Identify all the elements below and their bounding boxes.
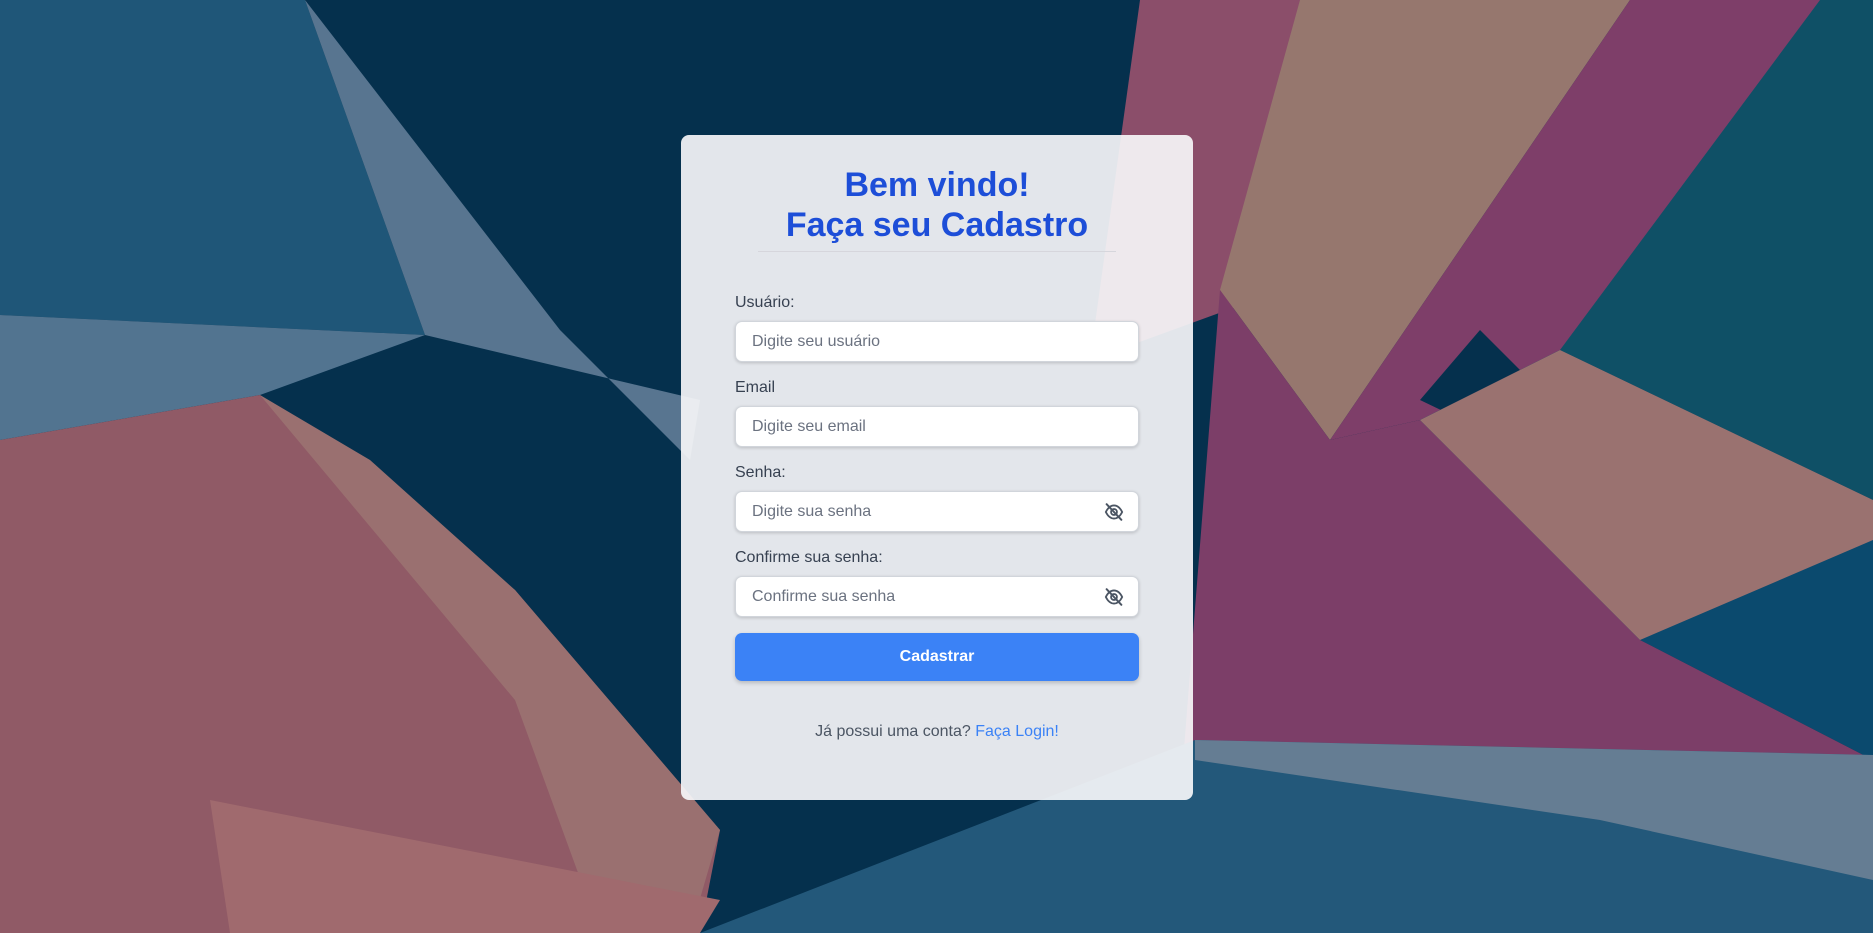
email-field: Email	[735, 379, 1139, 447]
confirm-password-label: Confirme sua senha:	[735, 549, 883, 566]
password-field: Senha:	[735, 464, 1139, 532]
username-field: Usuário:	[735, 294, 1139, 362]
page-title: Bem vindo! Faça seu Cadastro	[735, 165, 1139, 245]
username-input-wrapper	[735, 321, 1139, 362]
email-input-wrapper	[735, 406, 1139, 447]
password-label: Senha:	[735, 464, 786, 481]
confirm-password-field: Confirme sua senha:	[735, 549, 1139, 617]
password-input[interactable]	[736, 492, 1138, 531]
title-line-2: Faça seu Cadastro	[785, 206, 1089, 244]
email-label: Email	[735, 379, 776, 396]
eye-slash-icon[interactable]	[1104, 503, 1124, 521]
signup-form: Usuário: Email Senha: Confirm	[735, 294, 1139, 681]
login-prompt: Já possui uma conta? Faça Login!	[735, 723, 1139, 741]
username-label: Usuário:	[735, 294, 795, 311]
login-prompt-text: Já possui uma conta?	[815, 723, 971, 740]
signup-submit-button[interactable]: Cadastrar	[735, 633, 1139, 681]
password-input-wrapper	[735, 491, 1139, 532]
login-link[interactable]: Faça Login!	[975, 723, 1059, 740]
email-input[interactable]	[736, 407, 1138, 446]
title-line-1: Bem vindo!	[844, 166, 1030, 204]
signup-card: Bem vindo! Faça seu Cadastro Usuário: Em…	[681, 135, 1193, 800]
eye-slash-icon[interactable]	[1104, 588, 1124, 606]
confirm-password-input-wrapper	[735, 576, 1139, 617]
username-input[interactable]	[736, 322, 1138, 361]
confirm-password-input[interactable]	[736, 577, 1138, 616]
title-divider	[758, 251, 1116, 252]
